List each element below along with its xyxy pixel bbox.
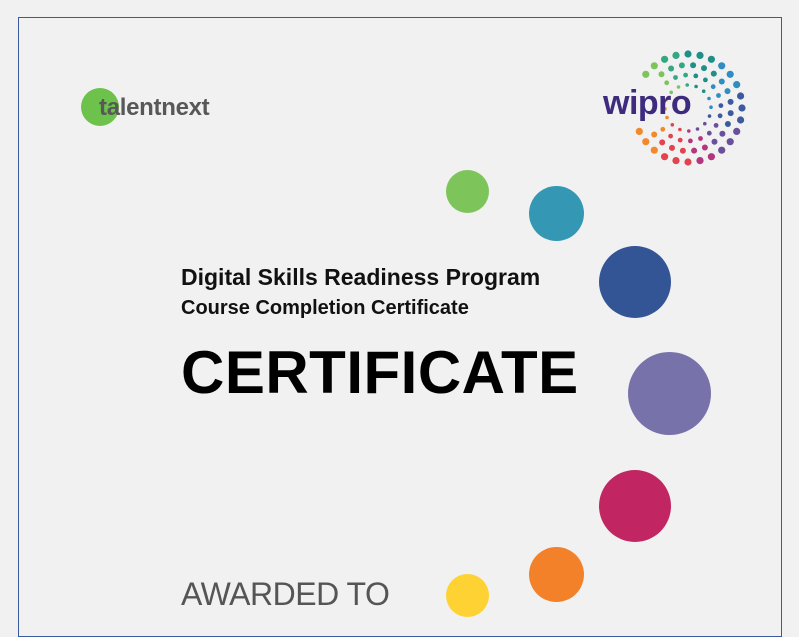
wipro-logo-dot [726, 138, 734, 146]
wipro-logo-dot [673, 75, 678, 80]
wipro-logo-dot [706, 130, 712, 136]
wipro-logo-dot [711, 138, 718, 145]
wipro-logo-dot [696, 51, 704, 59]
decor-circle-orange [529, 547, 584, 602]
wipro-logo-dot [669, 144, 675, 151]
wipro-logo-dot [668, 133, 673, 139]
wipro-logo-dot [695, 127, 700, 131]
decor-circle-purple [628, 352, 711, 435]
wipro-logo-dot [713, 123, 719, 128]
awarded-to-label: AWARDED TO [181, 576, 390, 612]
wipro-logo-dot [719, 130, 726, 137]
certificate-heading: CERTIFICATE [181, 339, 579, 406]
wipro-logo-dot [703, 77, 708, 83]
talentnext-logo: talentnext [81, 88, 231, 128]
decor-circle-yellow [446, 574, 489, 617]
wipro-logo-dot [709, 105, 713, 109]
talentnext-logo-text: talentnext [99, 94, 210, 121]
wipro-logo-dot [684, 50, 692, 58]
wipro-logo-dot [727, 98, 734, 105]
wipro-logo-dot [684, 158, 692, 166]
wipro-logo-dot [701, 89, 706, 93]
wipro-logo-dot [718, 62, 726, 70]
wipro-logo-dot [718, 146, 726, 154]
wipro-logo-dot [635, 127, 643, 135]
wipro-logo-dot [651, 131, 658, 138]
wipro-logo-dot [661, 55, 669, 63]
wipro-logo-dot [672, 51, 680, 59]
wipro-logo-dot [707, 114, 712, 118]
wipro-logo-dot [716, 93, 721, 98]
wipro-logo-dot [670, 123, 675, 127]
course-title: Course Completion Certificate [181, 297, 469, 319]
wipro-logo-dot [738, 104, 746, 112]
decor-circle-blue [599, 246, 671, 318]
wipro-logo-dot [672, 157, 680, 165]
wipro-logo-dot [737, 116, 745, 124]
wipro-logo-dot [693, 73, 699, 79]
wipro-logo-dot [717, 113, 723, 119]
program-title: Digital Skills Readiness Program [181, 264, 541, 290]
wipro-logo-dot [707, 153, 715, 161]
wipro-logo-dot [678, 62, 685, 69]
wipro-logo-dot [688, 138, 693, 144]
wipro-logo-dot [698, 136, 703, 141]
wipro-logo-dot [703, 121, 707, 126]
wipro-logo-dot [733, 127, 741, 135]
wipro-logo-dot [677, 137, 683, 143]
wipro-logo-dot [710, 84, 716, 90]
wipro-logo-dot [733, 81, 741, 89]
wipro-logo-dot [668, 65, 675, 72]
wipro-logo-dot [701, 144, 708, 151]
decor-circle-green [446, 170, 489, 213]
decor-circle-teal [529, 186, 584, 241]
wipro-logo-dot [642, 70, 650, 78]
wipro-logo-dot [726, 70, 734, 78]
wipro-logo-dot [707, 96, 711, 101]
wipro-logo-dot [696, 157, 704, 165]
wipro-logo-dot [679, 147, 686, 154]
wipro-logo-dot [659, 139, 666, 146]
wipro-logo: wipro [600, 50, 750, 168]
wipro-logo-dot [694, 84, 698, 89]
wipro-logo-dot [718, 103, 724, 108]
wipro-logo-dot [683, 72, 688, 78]
decor-circle-magenta [599, 470, 671, 542]
wipro-logo-dot [710, 70, 717, 77]
wipro-logo-dot [678, 127, 682, 132]
wipro-logo-dot [691, 147, 698, 154]
wipro-logo-dot [658, 71, 665, 78]
wipro-logo-dot [724, 88, 731, 95]
wipro-logo-dot [661, 153, 669, 161]
wipro-logo-dot [707, 55, 715, 63]
wipro-logo-dot [650, 146, 658, 154]
wipro-logo-dot [737, 92, 745, 100]
wipro-logo-dot [687, 129, 691, 133]
wipro-logo-dot [701, 65, 707, 72]
wipro-logo-dot [660, 126, 666, 132]
wipro-logo-dot [718, 78, 725, 85]
wipro-logo-text: wipro [603, 84, 692, 122]
wipro-logo-dot [724, 121, 731, 127]
wipro-logo-dot [727, 110, 734, 117]
wipro-logo-dot [650, 62, 658, 70]
wipro-logo-dot [690, 62, 697, 69]
wipro-logo-dot [642, 138, 650, 146]
